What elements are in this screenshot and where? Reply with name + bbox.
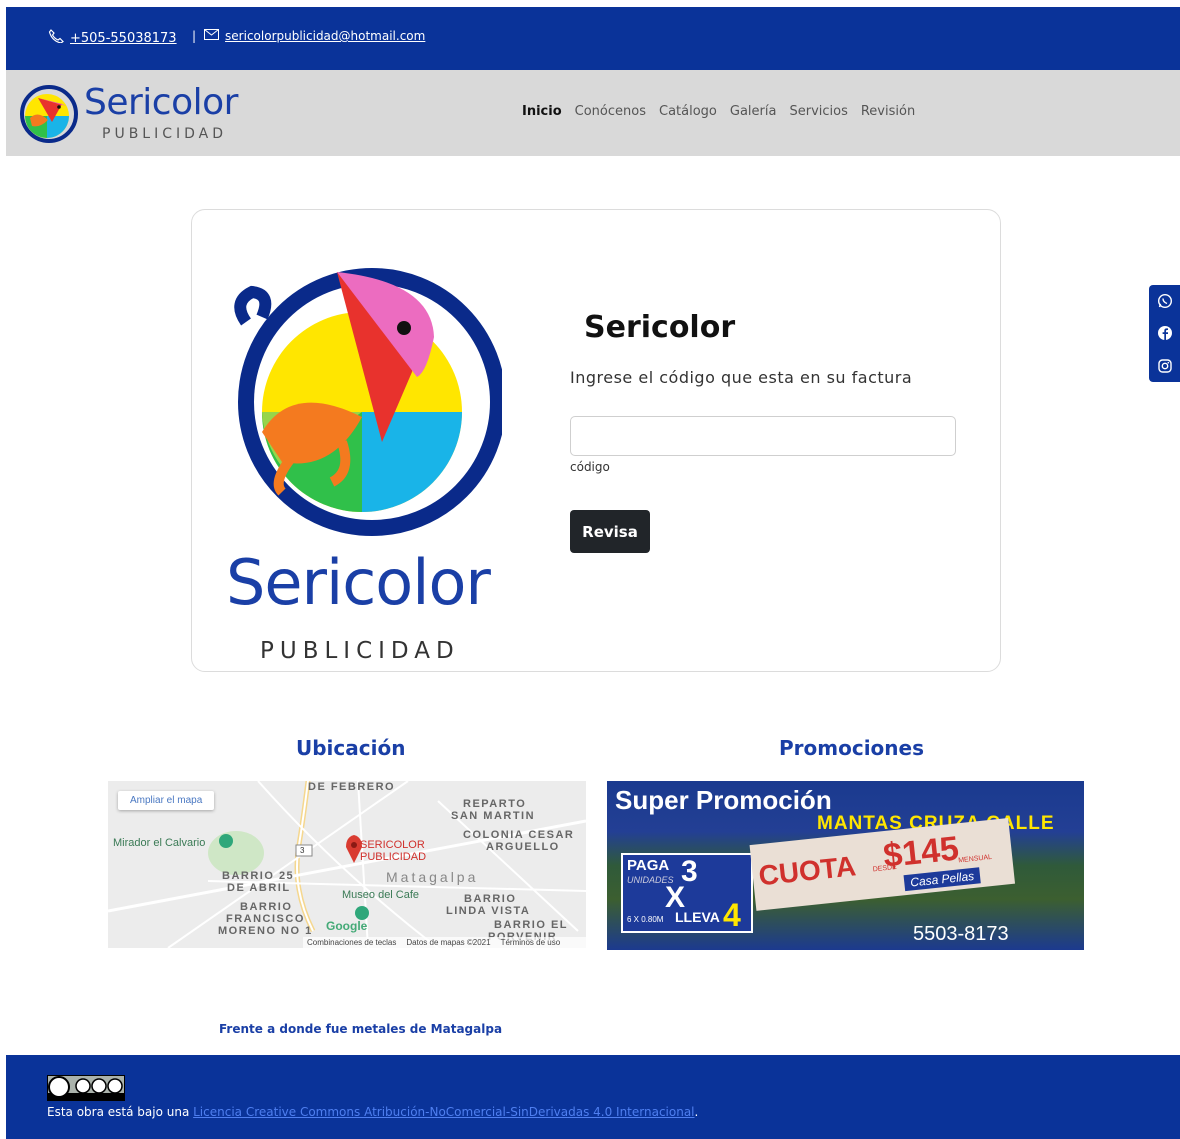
- nav-item-galeria[interactable]: Galería: [730, 104, 777, 119]
- promo-price: $145: [881, 829, 961, 876]
- facebook-icon[interactable]: [1157, 325, 1173, 341]
- brand-subtitle: PUBLICIDAD: [102, 126, 228, 142]
- map-label: REPARTO: [463, 798, 527, 810]
- chameleon-logo-large-icon: [234, 268, 502, 536]
- promo-phone: 5503-8173: [913, 923, 1009, 945]
- promo-paga: PAGA: [627, 857, 670, 874]
- promociones-title: Promociones: [779, 736, 924, 760]
- code-instruction: Ingrese el código que esta en su factura: [570, 368, 913, 387]
- nav-item-catalogo[interactable]: Catálogo: [659, 104, 717, 119]
- revisa-button[interactable]: Revisa: [570, 510, 650, 553]
- promo-size: 6 X 0.80M: [627, 915, 664, 924]
- promo-banner[interactable]: Super Promoción MANTAS CRUZA CALLE PAGA …: [607, 781, 1084, 950]
- map-label: BARRIO: [240, 901, 293, 913]
- phone-contact: +505-55038173: [48, 29, 177, 47]
- brand-logo[interactable]: Sericolor PUBLICIDAD: [18, 80, 248, 150]
- map-label: LINDA VISTA: [446, 905, 531, 917]
- email-contact: | sericolorpublicidad@hotmail.com: [192, 29, 425, 43]
- cc-by-nc-nd-icon[interactable]: [47, 1075, 125, 1101]
- card-title: Sericolor: [584, 310, 736, 345]
- license-link[interactable]: Licencia Creative Commons Atribución-NoC…: [193, 1105, 694, 1119]
- promo-lleva-num: 4: [723, 897, 741, 933]
- nav-item-revision[interactable]: Revisión: [861, 104, 915, 119]
- chameleon-logo-icon: [20, 85, 78, 143]
- card-logo: Sericolor PUBLICIDAD: [222, 242, 502, 664]
- footer: Esta obra está bajo una Licencia Creativ…: [6, 1055, 1180, 1139]
- email-link[interactable]: sericolorpublicidad@hotmail.com: [225, 29, 425, 43]
- promo-headline: Super Promoción: [615, 785, 832, 815]
- map-label: COLONIA CESAR: [463, 829, 575, 841]
- map-shortcuts-link[interactable]: Combinaciones de teclas: [307, 938, 396, 947]
- map-label: MORENO NO 1: [218, 925, 313, 937]
- brand-name: Sericolor: [84, 82, 238, 123]
- map-label: BARRIO: [464, 893, 517, 905]
- google-logo: Google: [326, 919, 368, 933]
- promo-lleva: LLEVA: [675, 909, 720, 925]
- nav-item-conocenos[interactable]: Conócenos: [575, 104, 646, 119]
- map-label: 3: [300, 846, 305, 855]
- social-sidebar: [1149, 285, 1180, 382]
- map-label: PUBLICIDAD: [360, 851, 427, 863]
- code-input[interactable]: [570, 416, 956, 456]
- nav-item-servicios[interactable]: Servicios: [789, 104, 847, 119]
- map-label: BARRIO EL: [494, 919, 568, 931]
- map-label: Matagalpa: [386, 869, 479, 885]
- map-label: BARRIO 25: [222, 870, 295, 882]
- card-logo-subtitle: PUBLICIDAD: [260, 638, 460, 664]
- ubicacion-title: Ubicación: [296, 736, 406, 760]
- promo-mensual: MENSUAL: [957, 853, 993, 865]
- code-check-card: Sericolor PUBLICIDAD Sericolor Ingrese e…: [191, 209, 1001, 672]
- map-data-credit: Datos de mapas ©2021: [406, 938, 491, 947]
- phone-link[interactable]: +505-55038173: [70, 31, 177, 46]
- instagram-icon[interactable]: [1157, 358, 1173, 374]
- map-terms-link[interactable]: Términos de uso: [501, 938, 561, 947]
- nav-links: Inicio Conócenos Catálogo Galería Servic…: [522, 104, 915, 119]
- map-attribution: Combinaciones de teclas Datos de mapas ©…: [303, 937, 586, 948]
- ampliar-mapa-button[interactable]: Ampliar el mapa: [118, 791, 215, 810]
- license-suffix: .: [694, 1105, 699, 1119]
- promo-cuota: CUOTA: [757, 850, 858, 892]
- main-navbar: Sericolor PUBLICIDAD Inicio Conócenos Ca…: [6, 70, 1180, 156]
- nav-item-inicio[interactable]: Inicio: [522, 104, 562, 119]
- promo-offer-box: PAGA 3 UNIDADES X 6 X 0.80M LLEVA 4: [621, 853, 753, 933]
- promo-cuota-banner: CUOTA DESDE $145 MENSUAL Casa Pellas: [749, 818, 1016, 911]
- card-logo-name: Sericolor: [226, 546, 491, 619]
- separator: |: [192, 29, 197, 43]
- map-label: SAN MARTIN: [451, 810, 536, 822]
- envelope-icon: [204, 29, 220, 43]
- map-label: FRANCISCO: [226, 913, 305, 925]
- map-label: DE ABRIL: [227, 882, 291, 894]
- license-prefix: Esta obra está bajo una: [47, 1105, 194, 1119]
- license-text: Esta obra está bajo una Licencia Creativ…: [47, 1105, 698, 1119]
- code-field-label: código: [570, 460, 610, 474]
- map-label: Mirador el Calvario: [113, 837, 206, 849]
- address-text: Frente a donde fue metales de Matagalpa: [219, 1022, 503, 1036]
- whatsapp-icon[interactable]: [1157, 293, 1173, 309]
- map-label: Museo del Cafe: [342, 889, 420, 901]
- map-label: DE FEBRERO: [308, 781, 396, 793]
- location-map[interactable]: Ampliar el mapa DE FEBRERO REPARTO SAN M…: [108, 781, 586, 948]
- map-label: SERICOLOR: [360, 839, 425, 851]
- phone-icon: [48, 29, 64, 47]
- top-contact-bar: +505-55038173 | sericolorpublicidad@hotm…: [6, 7, 1180, 70]
- map-label: ARGUELLO: [486, 841, 560, 853]
